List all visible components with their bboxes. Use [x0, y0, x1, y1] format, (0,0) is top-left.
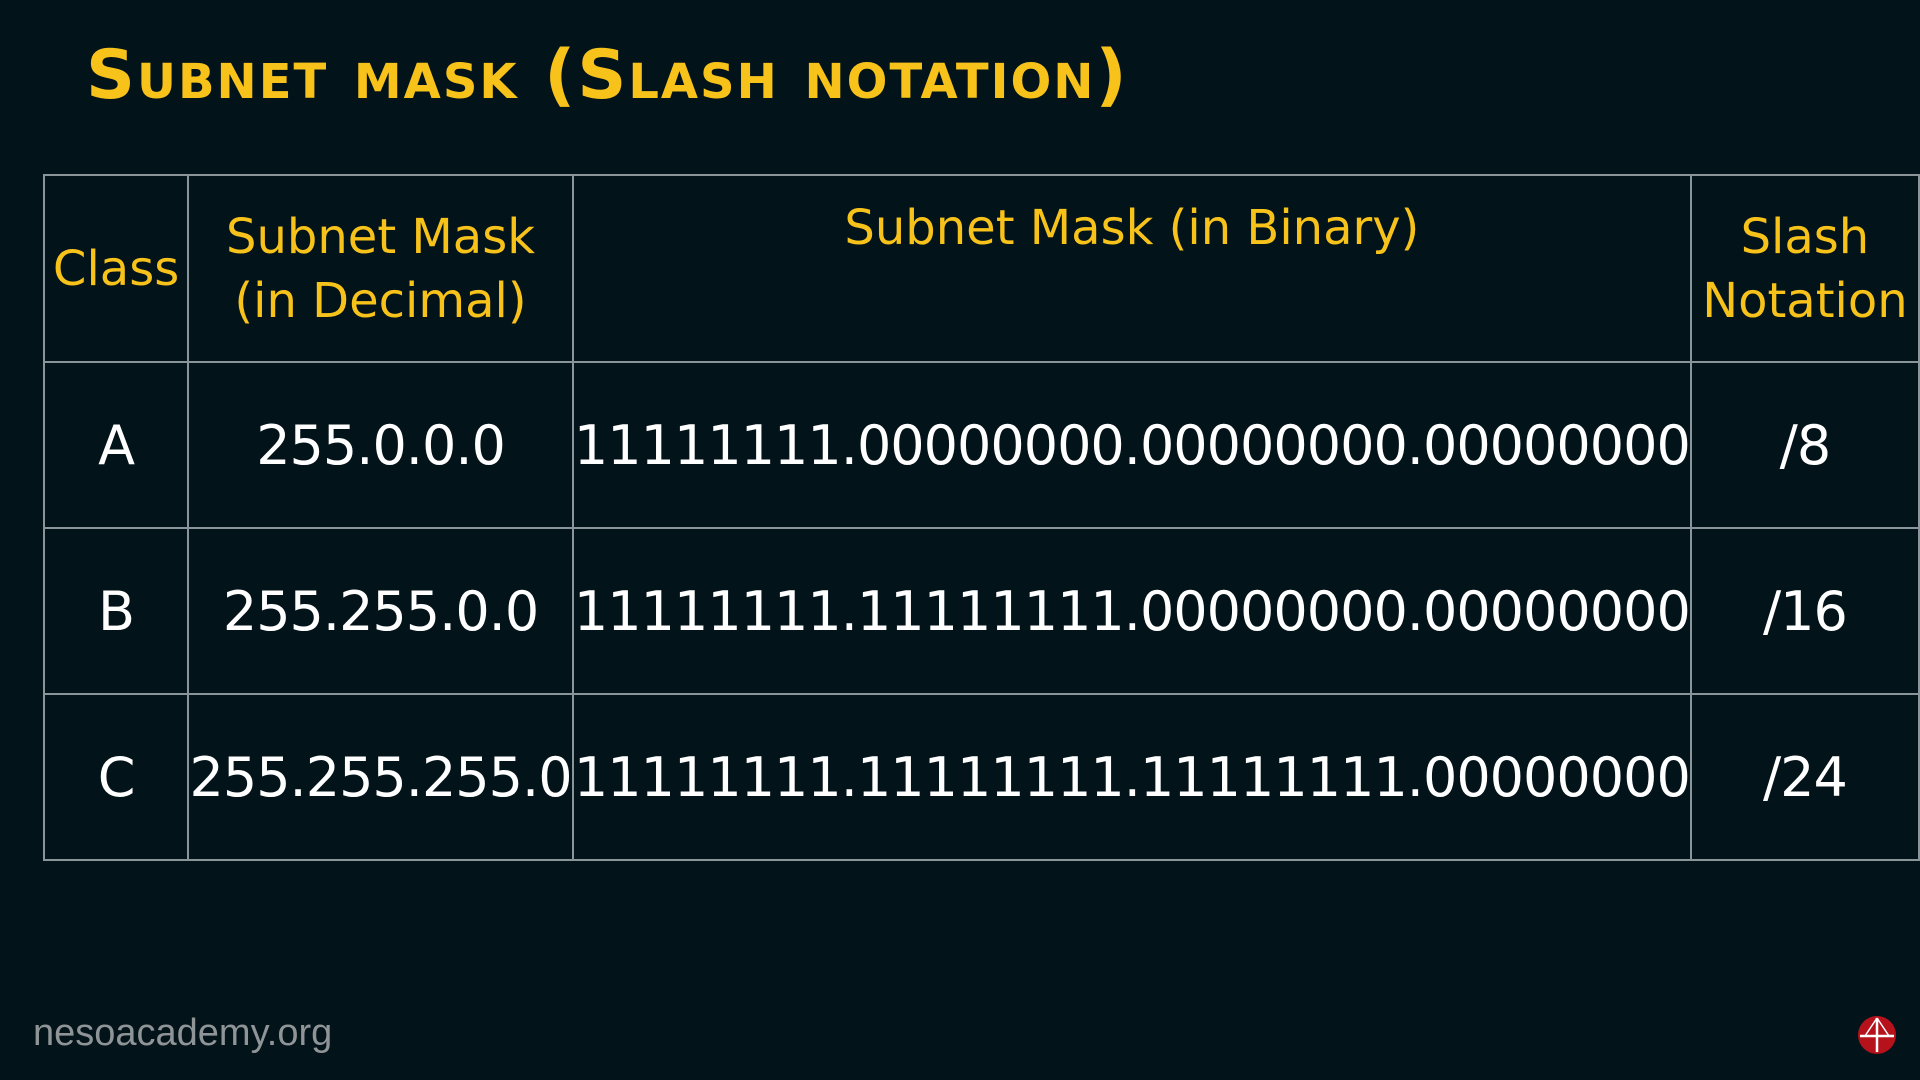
neso-academy-logo-icon — [1858, 1016, 1896, 1054]
slash-cell: /16 — [1689, 527, 1920, 695]
class-cell: A — [42, 361, 190, 529]
class-cell: B — [42, 527, 190, 695]
binary-cell: 11111111.00000000.00000000.00000000 — [571, 361, 1692, 529]
header-slash-line2: Notation — [1702, 272, 1908, 329]
decimal-cell: 255.255.255.0 — [187, 693, 574, 861]
binary-cell: 11111111.11111111.00000000.00000000 — [571, 527, 1692, 695]
header-decimal: Subnet Mask (in Decimal) — [187, 174, 574, 363]
slash-cell: /24 — [1689, 693, 1920, 861]
header-slash: Slash Notation — [1689, 174, 1920, 363]
table-row: C 255.255.255.0 11111111.11111111.111111… — [42, 693, 1920, 861]
header-class: Class — [42, 174, 190, 363]
subnet-mask-table: Class Subnet Mask (in Decimal) Subnet Ma… — [42, 174, 1920, 861]
header-binary: Subnet Mask (in Binary) — [571, 174, 1692, 363]
class-cell: C — [42, 693, 190, 861]
table-row: A 255.0.0.0 11111111.00000000.00000000.0… — [42, 361, 1920, 529]
table-row: B 255.255.0.0 11111111.11111111.00000000… — [42, 527, 1920, 695]
header-decimal-line1: Subnet Mask — [226, 208, 536, 265]
footer-url: nesoacademy.org — [33, 1012, 333, 1054]
slash-cell: /8 — [1689, 361, 1920, 529]
table-header-row: Class Subnet Mask (in Decimal) Subnet Ma… — [42, 174, 1920, 363]
decimal-cell: 255.0.0.0 — [187, 361, 574, 529]
header-decimal-line2: (in Decimal) — [234, 272, 527, 329]
page-title: Subnet mask (Slash notation) — [86, 36, 1129, 115]
header-slash-line1: Slash — [1740, 208, 1870, 265]
decimal-cell: 255.255.0.0 — [187, 527, 574, 695]
binary-cell: 11111111.11111111.11111111.00000000 — [571, 693, 1692, 861]
